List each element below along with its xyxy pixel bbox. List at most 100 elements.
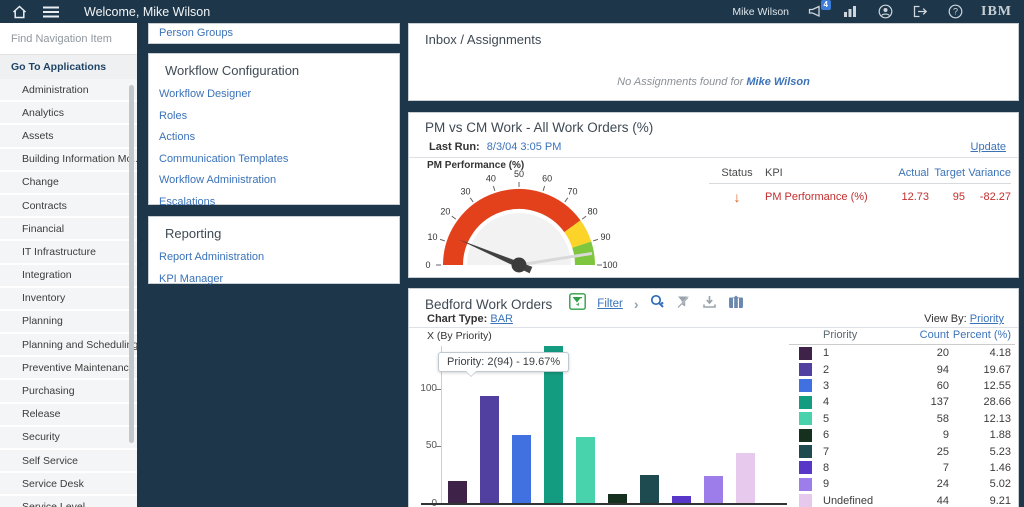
cell-count: 25 (899, 446, 949, 458)
x-axis-label: X (By Priority) (427, 330, 492, 342)
kpi-name[interactable]: PM Performance (%) (765, 191, 885, 203)
user-icon[interactable] (876, 4, 894, 20)
cell-count: 9 (899, 429, 949, 441)
col-priority[interactable]: Priority (823, 329, 899, 341)
card-link[interactable]: Report Administration (159, 251, 399, 263)
help-icon[interactable]: ? (946, 4, 964, 20)
search-input[interactable] (0, 23, 137, 55)
menu-icon[interactable] (42, 4, 60, 20)
table-row[interactable]: 1204.18 (789, 345, 1015, 361)
sidebar-item[interactable]: Integration (0, 265, 137, 286)
bar[interactable] (480, 396, 499, 504)
bar[interactable] (640, 475, 659, 504)
last-run: Last Run: 8/3/04 3:05 PM (429, 141, 561, 153)
navigation-sidebar: Go To Applications AdministrationAnalyti… (0, 23, 137, 507)
open-panel-icon[interactable] (728, 295, 744, 314)
bar[interactable] (704, 476, 723, 504)
inbox-assignments-card: Inbox / Assignments No Assignments found… (408, 23, 1019, 101)
bar[interactable] (576, 437, 595, 504)
col-count[interactable]: Count (899, 329, 949, 341)
sidebar-item[interactable]: Analytics (0, 102, 137, 123)
sidebar-scrollbar[interactable] (129, 85, 134, 443)
sidebar-item[interactable]: Change (0, 172, 137, 193)
col-percent[interactable]: Percent (%) (949, 329, 1011, 341)
kpi-variance: -82.27 (965, 191, 1011, 203)
announcement-icon[interactable]: 4 (806, 4, 824, 20)
bar[interactable] (736, 453, 755, 504)
sidebar-item[interactable]: Administration (0, 79, 137, 100)
col-variance[interactable]: Variance (965, 167, 1011, 179)
person-groups-link[interactable]: Person Groups (159, 27, 233, 39)
update-link[interactable]: Update (971, 141, 1006, 153)
card-link[interactable]: Communication Templates (159, 153, 399, 165)
bar-chart-icon[interactable] (841, 4, 859, 20)
color-swatch-cell (789, 379, 823, 392)
sidebar-item[interactable]: Contracts (0, 195, 137, 216)
x-axis-line (421, 503, 787, 505)
table-row[interactable]: 871.46 (789, 460, 1015, 476)
sidebar-item[interactable]: Release (0, 404, 137, 425)
gauge-tick-label: 0 (425, 260, 430, 270)
gauge-tick-label: 10 (427, 232, 437, 242)
table-row[interactable]: 55812.13 (789, 411, 1015, 427)
table-row[interactable]: 413728.66 (789, 394, 1015, 410)
col-status[interactable]: Status (709, 167, 765, 179)
sidebar-item[interactable]: Self Service (0, 450, 137, 471)
reporting-links: Report Administration KPI Manager (149, 251, 399, 285)
last-run-label: Last Run: (429, 141, 480, 153)
sidebar-item[interactable]: Purchasing (0, 380, 137, 401)
last-run-value[interactable]: 8/3/04 3:05 PM (487, 141, 562, 153)
sidebar-item[interactable]: Planning (0, 311, 137, 332)
cell-percent: 1.88 (949, 429, 1011, 441)
card-link[interactable]: Escalations (159, 196, 399, 208)
sidebar-item[interactable]: Security (0, 427, 137, 448)
table-row[interactable]: Undefined449.21 (789, 493, 1015, 507)
sidebar-item[interactable]: Building Information Mo... (0, 149, 137, 170)
ibm-logo: IBM (981, 4, 1012, 20)
chevron-right-icon[interactable]: › (634, 298, 639, 310)
table-row[interactable]: 9245.02 (789, 476, 1015, 492)
sidebar-item[interactable]: Financial (0, 218, 137, 239)
workflow-configuration-card: Workflow Configuration Workflow Designer… (148, 53, 400, 205)
card-link[interactable]: Roles (159, 110, 399, 122)
table-row[interactable]: 691.88 (789, 427, 1015, 443)
sidebar-item[interactable]: Inventory (0, 288, 137, 309)
sidebar-item[interactable]: Assets (0, 125, 137, 146)
search-icon[interactable] (650, 294, 665, 314)
clear-filter-icon[interactable] (676, 295, 691, 314)
priority-table-header: Priority Count Percent (%) (789, 329, 1015, 345)
sidebar-item[interactable]: Service Level (0, 496, 137, 507)
cell-priority: 1 (823, 347, 899, 359)
sidebar-item[interactable]: Service Desk (0, 473, 137, 494)
table-row[interactable]: 29419.67 (789, 361, 1015, 377)
color-swatch (799, 412, 812, 425)
sidebar-item[interactable]: IT Infrastructure (0, 241, 137, 262)
color-swatch-cell (789, 412, 823, 425)
download-icon[interactable] (702, 295, 717, 314)
card-link[interactable]: Actions (159, 131, 399, 143)
filter-link[interactable]: Filter (597, 298, 623, 310)
sidebar-item[interactable]: Preventive Maintenance (0, 357, 137, 378)
chart-type-link[interactable]: BAR (490, 313, 513, 325)
color-swatch (799, 429, 812, 442)
table-row[interactable]: 7255.23 (789, 443, 1015, 459)
card-link[interactable]: KPI Manager (159, 273, 399, 285)
bar[interactable] (512, 435, 531, 504)
bar[interactable] (448, 481, 467, 504)
navbar-username[interactable]: Mike Wilson (732, 6, 789, 18)
filter-applied-icon[interactable] (569, 293, 586, 315)
view-by-link[interactable]: Priority (970, 313, 1004, 325)
logout-icon[interactable] (911, 4, 929, 20)
gauge-tick-label: 50 (514, 169, 524, 179)
col-target[interactable]: Target (929, 167, 965, 179)
table-row[interactable]: 36012.55 (789, 378, 1015, 394)
card-link[interactable]: Workflow Designer (159, 88, 399, 100)
col-actual[interactable]: Actual (885, 167, 929, 179)
sidebar-item[interactable]: Planning and Scheduling (0, 334, 137, 355)
home-icon[interactable] (10, 4, 28, 20)
user-link[interactable]: Mike Wilson (746, 76, 809, 88)
kpi-table-row[interactable]: ↓ PM Performance (%) 12.73 95 -82.27 (709, 184, 1011, 210)
card-link[interactable]: Workflow Administration (159, 174, 399, 186)
color-swatch-cell (789, 429, 823, 442)
col-kpi[interactable]: KPI (765, 167, 885, 179)
